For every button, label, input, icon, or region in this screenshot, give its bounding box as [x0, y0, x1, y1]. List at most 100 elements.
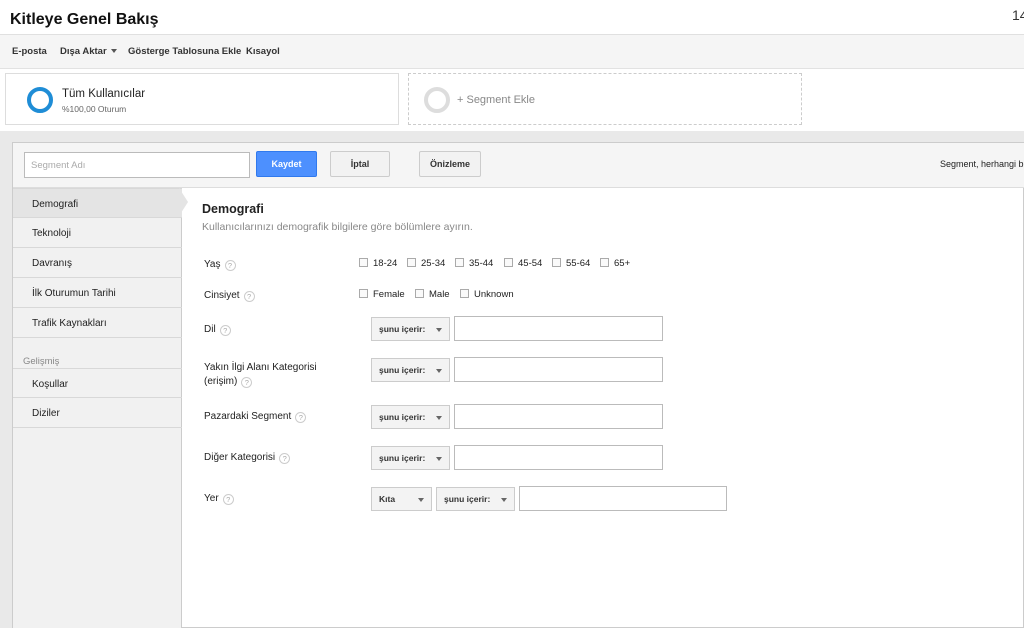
language-value-input[interactable] [454, 316, 663, 341]
affinity-operator-select[interactable]: şunu içerir: [371, 358, 450, 382]
help-icon[interactable]: ? [295, 412, 307, 423]
sidebar-item-sequences[interactable]: Diziler [13, 398, 182, 428]
age-checkbox-35-44[interactable]: 35-44 [455, 257, 493, 271]
sidebar-group-advanced: Gelişmiş [23, 356, 60, 367]
age-option-label: 55-64 [566, 258, 591, 269]
gender-option-label: Female [373, 289, 405, 300]
gender-checkbox-female[interactable]: Female [359, 288, 405, 302]
age-checkbox-18-24[interactable]: 18-24 [359, 257, 397, 271]
segment-share: %100,00 Oturum [62, 104, 127, 114]
age-option-label: 18-24 [373, 258, 398, 269]
gender-option-label: Male [429, 289, 450, 300]
other-category-value-input[interactable] [454, 445, 663, 470]
section-title: Demografi [202, 202, 264, 216]
sidebar-item-traffic-sources[interactable]: Trafik Kaynakları [13, 308, 182, 338]
gender-label: Cinsiyet? [204, 289, 255, 303]
location-scope-value: Kıta [379, 494, 396, 504]
sidebar-item-behavior[interactable]: Davranış [13, 248, 182, 278]
language-label: Dil? [204, 323, 231, 337]
add-to-dashboard-button[interactable]: Gösterge Tablosuna Ekle [128, 46, 241, 57]
age-option-label: 35-44 [469, 258, 494, 269]
language-operator-select[interactable]: şunu içerir: [371, 317, 450, 341]
sidebar-item-first-session-date[interactable]: İlk Oturumun Tarihi [13, 278, 182, 308]
email-button[interactable]: E-posta [12, 46, 47, 57]
language-label-text: Dil [204, 324, 216, 335]
editor-sidebar: Demografi Teknoloji Davranış İlk Oturumu… [13, 188, 182, 628]
chevron-down-icon [501, 498, 507, 502]
save-button[interactable]: Kaydet [256, 151, 317, 177]
segment-row: Tüm Kullanıcılar %100,00 Oturum + Segmen… [0, 69, 1024, 131]
in-market-operator-select[interactable]: şunu içerir: [371, 405, 450, 429]
gender-checkbox-male[interactable]: Male [415, 288, 450, 302]
other-category-operator-value: şunu içerir: [379, 453, 426, 463]
chevron-down-icon [110, 49, 117, 54]
age-option-label: 45-54 [518, 258, 543, 269]
age-checkbox-25-34[interactable]: 25-34 [407, 257, 445, 271]
age-label: Yaş? [204, 258, 236, 272]
help-icon[interactable]: ? [243, 291, 255, 302]
sidebar-item-technology[interactable]: Teknoloji [13, 218, 182, 248]
demographics-pane: Demografi Kullanıcılarınızı demografik b… [183, 188, 1024, 628]
editor-header: Kaydet İptal Önizleme Segment, herhangi … [13, 143, 1024, 188]
shortcut-button[interactable]: Kısayol [246, 46, 280, 57]
location-label: Yer? [204, 492, 234, 506]
chevron-down-icon [436, 416, 442, 420]
location-scope-select[interactable]: Kıta [371, 487, 432, 511]
checkbox-icon [504, 258, 513, 267]
chevron-down-icon [436, 369, 442, 373]
location-label-text: Yer [204, 493, 219, 504]
segment-note: Segment, herhangi b [940, 159, 1024, 169]
age-checkbox-45-54[interactable]: 45-54 [504, 257, 542, 271]
age-option-label: 65+ [614, 258, 631, 269]
export-label: Dışa Aktar [60, 46, 107, 57]
checkbox-icon [359, 258, 368, 267]
location-value-input[interactable] [519, 486, 727, 511]
in-market-operator-value: şunu içerir: [379, 412, 426, 422]
checkbox-icon [415, 289, 424, 298]
action-bar: E-posta Dışa Aktar Gösterge Tablosuna Ek… [0, 35, 1024, 69]
checkbox-icon [407, 258, 416, 267]
checkbox-icon [552, 258, 561, 267]
location-operator-value: şunu içerir: [444, 494, 491, 504]
page-title: Kitleye Genel Bakış [10, 11, 159, 28]
export-button[interactable]: Dışa Aktar [60, 46, 117, 57]
top-bar: Kitleye Genel Bakış 14 [0, 0, 1024, 35]
other-category-label-text: Diğer Kategorisi [204, 452, 276, 463]
sidebar-item-conditions[interactable]: Koşullar [13, 368, 182, 398]
age-checkbox-65-plus[interactable]: 65+ [600, 257, 630, 271]
affinity-label-line1: Yakın İlgi Alanı Kategorisi [204, 362, 317, 373]
checkbox-icon [359, 289, 368, 298]
age-checkbox-55-64[interactable]: 55-64 [552, 257, 590, 271]
help-icon[interactable]: ? [224, 260, 236, 271]
help-icon[interactable]: ? [241, 377, 253, 388]
affinity-value-input[interactable] [454, 357, 663, 382]
checkbox-icon [455, 258, 464, 267]
help-icon[interactable]: ? [219, 325, 231, 336]
segment-card-all-users[interactable]: Tüm Kullanıcılar %100,00 Oturum [5, 73, 399, 125]
other-category-label: Diğer Kategorisi? [204, 451, 291, 465]
gender-label-text: Cinsiyet [204, 290, 240, 301]
chevron-down-icon [418, 498, 424, 502]
checkbox-icon [460, 289, 469, 298]
in-market-label-text: Pazardaki Segment [204, 411, 292, 422]
age-option-label: 25-34 [421, 258, 446, 269]
gender-checkbox-unknown[interactable]: Unknown [460, 288, 514, 302]
segment-name-input[interactable] [24, 152, 250, 178]
age-label-text: Yaş [204, 259, 221, 270]
preview-button[interactable]: Önizleme [419, 151, 481, 177]
help-icon[interactable]: ? [279, 453, 291, 464]
sidebar-item-demographics[interactable]: Demografi [13, 188, 182, 218]
add-segment-button[interactable]: + Segment Ekle [408, 73, 802, 125]
affinity-label: Yakın İlgi Alanı Kategorisi (erişim)? [204, 361, 317, 389]
section-description: Kullanıcılarınızı demografik bilgilere g… [202, 221, 473, 233]
add-segment-label: + Segment Ekle [457, 94, 535, 106]
corner-value: 14 [1012, 7, 1024, 23]
cancel-button[interactable]: İptal [330, 151, 390, 177]
chevron-down-icon [436, 457, 442, 461]
chevron-down-icon [436, 328, 442, 332]
help-icon[interactable]: ? [222, 494, 234, 505]
location-operator-select[interactable]: şunu içerir: [436, 487, 515, 511]
in-market-value-input[interactable] [454, 404, 663, 429]
in-market-label: Pazardaki Segment? [204, 410, 307, 424]
other-category-operator-select[interactable]: şunu içerir: [371, 446, 450, 470]
